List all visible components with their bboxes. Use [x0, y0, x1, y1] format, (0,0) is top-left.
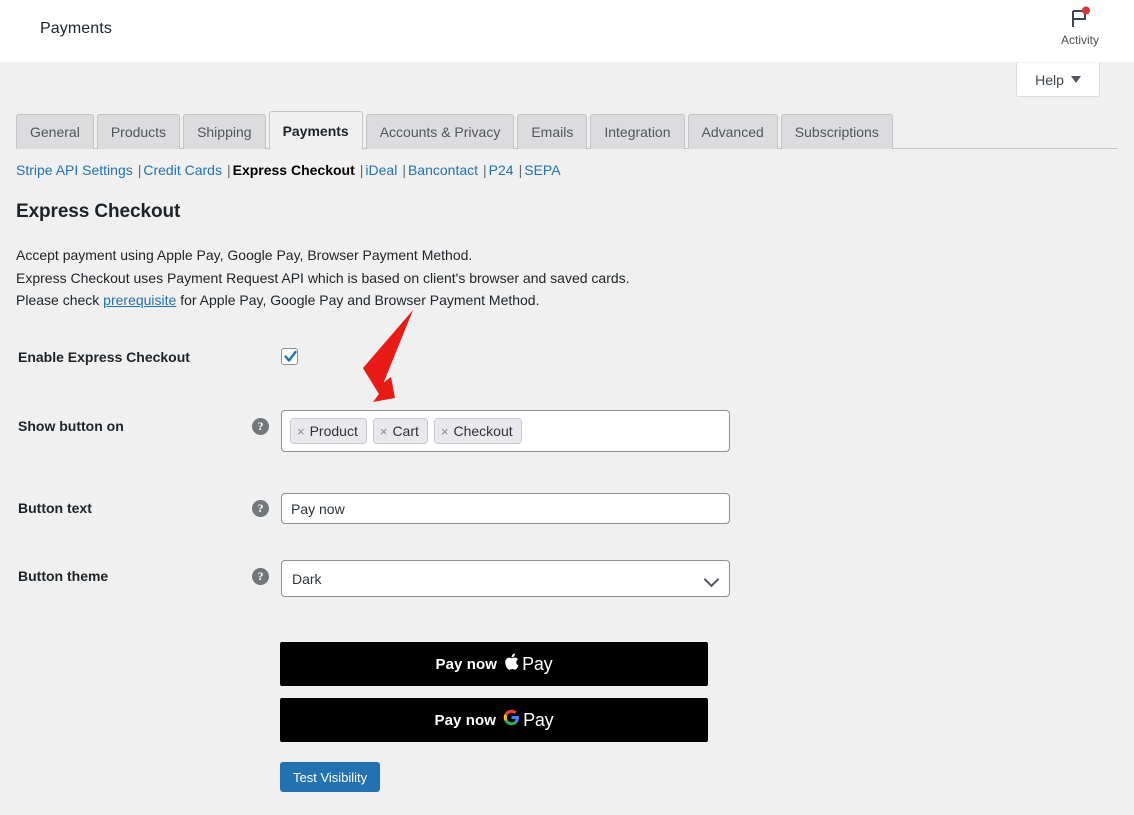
remove-token-icon[interactable]: ×	[297, 425, 305, 438]
show-button-on-label: Show button on	[18, 418, 124, 434]
tab-integration[interactable]: Integration	[590, 114, 685, 149]
subnav-item-p24[interactable]: P24	[489, 162, 514, 178]
enable-express-checkout-checkbox[interactable]	[281, 348, 298, 365]
enable-express-checkout-label: Enable Express Checkout	[18, 349, 190, 365]
subnav-separator: |	[518, 162, 523, 178]
help-button[interactable]: Help	[1016, 63, 1100, 97]
google-pay-preview-button[interactable]: Pay now Pay	[280, 698, 708, 742]
prerequisite-link[interactable]: prerequisite	[103, 292, 176, 308]
apple-pay-button-text: Pay now	[435, 655, 498, 673]
flag-icon	[1067, 6, 1093, 32]
subnav-separator: |	[483, 162, 487, 178]
google-pay-button-text: Pay now	[434, 711, 497, 729]
show-button-on-tokenfield[interactable]: × Product × Cart × Checkout	[281, 410, 730, 452]
description-line-2: Express Checkout uses Payment Request AP…	[16, 269, 630, 286]
subnav-item-sepa[interactable]: SEPA	[524, 162, 560, 178]
subnav: Stripe API Settings | Credit Cards | Express…	[16, 161, 561, 179]
activity-button[interactable]: Activity	[1041, 6, 1119, 47]
tab-products[interactable]: Products	[96, 114, 181, 149]
token-cart[interactable]: × Cart	[372, 418, 428, 444]
apple-pay-brand: Pay	[504, 653, 553, 676]
activity-label: Activity	[1060, 33, 1099, 47]
tab-subscriptions[interactable]: Subscriptions	[780, 114, 893, 149]
button-text-label: Button text	[18, 500, 92, 516]
top-bar: Payments Activity	[0, 0, 1134, 62]
section-description: Accept payment using Apple Pay, Google P…	[16, 244, 816, 312]
tab-payments[interactable]: Payments	[268, 111, 363, 150]
settings-tabs: General Products Shipping Payments Accounts …	[16, 110, 893, 150]
tab-shipping[interactable]: Shipping	[183, 114, 266, 149]
google-g-icon	[503, 709, 520, 731]
tab-general[interactable]: General	[16, 114, 94, 149]
tab-accounts-privacy[interactable]: Accounts & Privacy	[365, 114, 515, 149]
tab-emails[interactable]: Emails	[517, 114, 588, 149]
chevron-down-icon	[703, 571, 720, 588]
subnav-item-express-checkout: Express Checkout	[232, 162, 355, 178]
button-theme-value: Dark	[292, 570, 322, 587]
token-label: Cart	[392, 423, 419, 439]
page-title: Payments	[40, 20, 112, 37]
subnav-item-ideal[interactable]: iDeal	[365, 162, 397, 178]
token-label: Product	[309, 423, 358, 439]
token-checkout[interactable]: × Checkout	[433, 418, 522, 444]
help-tip-button-text[interactable]: ?	[252, 500, 269, 517]
google-pay-brand: Pay	[503, 709, 554, 731]
tab-advanced[interactable]: Advanced	[687, 114, 778, 149]
button-theme-select[interactable]: Dark	[281, 560, 730, 597]
section-title: Express Checkout	[16, 201, 181, 222]
token-product[interactable]: × Product	[290, 418, 367, 444]
apple-pay-preview-button[interactable]: Pay now Pay	[280, 642, 708, 686]
remove-token-icon[interactable]: ×	[441, 425, 449, 438]
subnav-item-stripe-api-settings[interactable]: Stripe API Settings	[16, 162, 133, 178]
help-tip-show-button-on[interactable]: ?	[252, 418, 269, 435]
google-pay-brand-text: Pay	[523, 709, 554, 730]
chevron-down-icon	[1070, 76, 1081, 83]
subnav-item-credit-cards[interactable]: Credit Cards	[143, 162, 222, 178]
token-label: Checkout	[453, 423, 513, 439]
description-line-3-post: for Apple Pay, Google Pay and Browser Pa…	[176, 292, 540, 308]
apple-pay-brand-text: Pay	[522, 653, 553, 674]
apple-logo-icon	[504, 653, 519, 676]
test-visibility-button[interactable]: Test Visibility	[280, 762, 381, 792]
subnav-separator: |	[359, 162, 364, 178]
subnav-item-bancontact[interactable]: Bancontact	[408, 162, 478, 178]
description-line-3: Please check prerequisite for Apple Pay,…	[16, 289, 816, 312]
subnav-separator: |	[226, 162, 231, 178]
subnav-separator: |	[137, 162, 142, 178]
button-theme-label: Button theme	[18, 568, 109, 584]
annotation-arrow-icon	[355, 305, 435, 415]
remove-token-icon[interactable]: ×	[380, 425, 388, 438]
description-line-3-pre: Please check	[16, 292, 104, 308]
help-tip-button-theme[interactable]: ?	[252, 568, 269, 585]
subnav-separator: |	[402, 162, 406, 178]
help-label: Help	[1035, 71, 1064, 88]
description-line-1: Accept payment using Apple Pay, Google P…	[16, 247, 473, 263]
button-text-input[interactable]	[281, 493, 730, 524]
